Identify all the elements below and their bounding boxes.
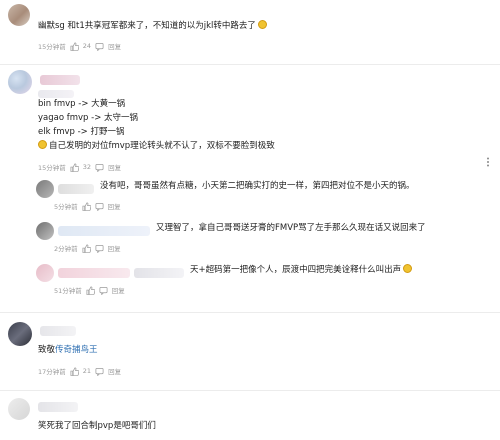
avatar[interactable] — [8, 70, 32, 94]
reply-meta: 51分钟前 回复 — [54, 285, 125, 295]
reply-icon[interactable] — [95, 163, 104, 172]
comment-text: 笑死我了回合制pvp是吧哥们们 — [38, 421, 156, 431]
divider — [0, 312, 500, 313]
username — [134, 268, 184, 278]
comment-text: 致敬传奇捕鸟王 — [38, 345, 98, 355]
reply-time: 5分钟前 — [54, 203, 78, 211]
username[interactable] — [58, 268, 130, 278]
reply-icon[interactable] — [95, 202, 104, 211]
comment-text: 自己发明的对位fmvp理论转头就不认了，双标不要脸到极致 — [38, 140, 275, 153]
reply-button[interactable]: 回复 — [108, 366, 121, 376]
username[interactable] — [58, 226, 150, 236]
thumb-up-icon[interactable] — [82, 244, 91, 253]
grin-emoji-icon — [403, 264, 413, 273]
comment-time: 15分钟前 — [38, 43, 66, 51]
reply-text: 没有吧，哥哥虽然有点糖，小天第二把确实打的史一样，第四把对位不是小天的锅。 — [100, 181, 415, 191]
comment-meta: 15分钟前 32 回复 — [38, 162, 121, 172]
thumb-up-icon[interactable] — [70, 42, 79, 51]
thumb-up-icon[interactable] — [70, 163, 79, 172]
reply-icon[interactable] — [95, 367, 104, 376]
like-count: 24 — [82, 42, 92, 50]
mention-link[interactable]: 传奇捕鸟王 — [55, 345, 98, 355]
comment-meta: 15分钟前 24 回复 — [38, 41, 121, 51]
comment-meta: 17分钟前 21 回复 — [38, 366, 121, 376]
divider — [0, 390, 500, 391]
reply-icon[interactable] — [99, 286, 108, 295]
comment-time: 17分钟前 — [38, 368, 66, 376]
thumb-up-icon[interactable] — [82, 202, 91, 211]
reply-text: 又理智了，拿自己哥哥送牙膏的FMVP骂了左手那么久现在话又说回来了 — [156, 223, 426, 233]
reply-icon[interactable] — [95, 42, 104, 51]
avatar[interactable] — [8, 4, 30, 26]
comment-text: 幽默sg 和t1共享冠军都来了，不知道的以为jkl转中路去了 — [38, 20, 267, 33]
comment-text: bin fmvp -> 大黄一锅 — [38, 99, 126, 109]
avatar[interactable] — [36, 264, 54, 282]
like-count: 21 — [82, 367, 92, 375]
comment-text: yagao fmvp -> 太守一锅 — [38, 113, 139, 123]
grin-emoji-icon — [38, 140, 47, 149]
reply-meta: 2分钟前 回复 — [54, 243, 121, 253]
more-vertical-icon[interactable] — [482, 156, 494, 168]
username[interactable] — [40, 326, 76, 336]
comment-time: 15分钟前 — [38, 164, 66, 172]
reply-button[interactable]: 回复 — [108, 162, 121, 172]
thumb-up-icon[interactable] — [86, 286, 95, 295]
reply-icon[interactable] — [95, 244, 104, 253]
avatar[interactable] — [36, 222, 54, 240]
reply-meta: 5分钟前 回复 — [54, 201, 121, 211]
username[interactable] — [40, 75, 80, 85]
reply-button[interactable]: 回复 — [108, 41, 121, 51]
username — [38, 90, 74, 98]
like-count: 32 — [82, 163, 92, 171]
divider — [0, 64, 500, 65]
avatar[interactable] — [8, 398, 30, 420]
reply-button[interactable]: 回复 — [108, 201, 121, 211]
comment-text: elk fmvp -> 打野一锅 — [38, 127, 125, 137]
reply-time: 2分钟前 — [54, 245, 78, 253]
avatar[interactable] — [8, 322, 32, 346]
username[interactable] — [58, 184, 94, 194]
grin-emoji-icon — [257, 20, 267, 29]
reply-button[interactable]: 回复 — [112, 285, 125, 295]
avatar[interactable] — [36, 180, 54, 198]
username[interactable] — [38, 402, 78, 412]
reply-time: 51分钟前 — [54, 287, 82, 295]
thumb-up-icon[interactable] — [70, 367, 79, 376]
reply-text: 天+超码第一把像个人，辰渡中四把完美诠释什么叫出声 — [190, 264, 413, 277]
reply-button[interactable]: 回复 — [108, 243, 121, 253]
